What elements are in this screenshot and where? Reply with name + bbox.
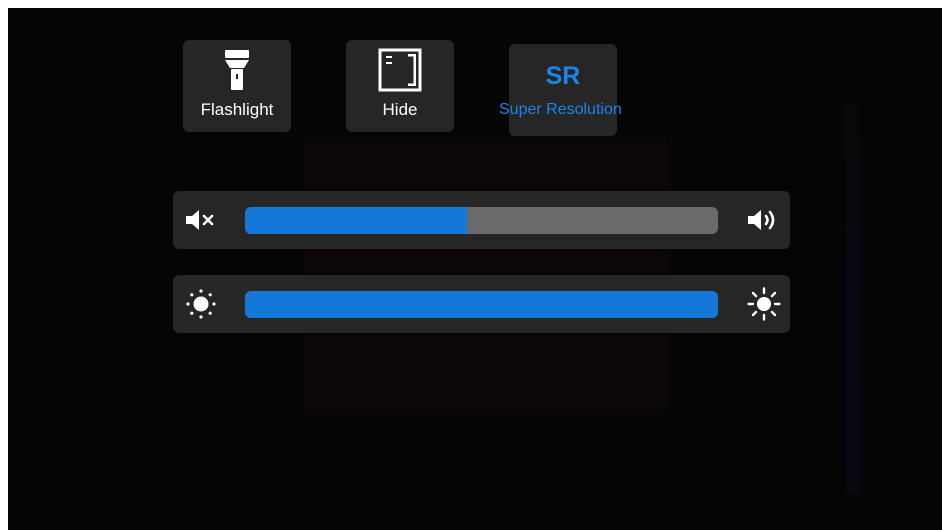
mute-button[interactable] bbox=[183, 203, 219, 237]
super-resolution-icon: SR bbox=[545, 61, 581, 90]
flashlight-icon bbox=[225, 50, 249, 90]
volume-up-button[interactable] bbox=[746, 203, 782, 237]
brightness-low-button[interactable] bbox=[183, 287, 219, 321]
super-resolution-label: Super Resolution bbox=[499, 101, 622, 118]
volume-up-icon bbox=[748, 210, 775, 230]
volume-slider-fill bbox=[245, 207, 468, 234]
super-resolution-button[interactable]: SR Super Resolution bbox=[499, 44, 622, 136]
volume-slider[interactable] bbox=[245, 207, 718, 234]
hide-icon bbox=[378, 48, 422, 92]
brightness-slider[interactable] bbox=[245, 291, 718, 318]
hide-button[interactable]: Hide bbox=[346, 40, 454, 132]
hide-label: Hide bbox=[382, 100, 418, 119]
brightness-high-icon bbox=[747, 287, 781, 321]
brightness-slider-fill bbox=[245, 291, 718, 318]
flashlight-label: Flashlight bbox=[200, 100, 274, 119]
side-scroll-strip bbox=[846, 103, 860, 493]
volume-panel bbox=[173, 191, 790, 249]
mute-icon bbox=[186, 210, 214, 230]
flashlight-button[interactable]: Flashlight bbox=[183, 40, 291, 132]
video-frame bbox=[304, 138, 666, 410]
player-screen: Flashlight Hide SR Super Resolution bbox=[8, 8, 942, 530]
brightness-high-button[interactable] bbox=[746, 287, 782, 321]
brightness-panel bbox=[173, 275, 790, 333]
brightness-low-icon bbox=[186, 289, 216, 319]
